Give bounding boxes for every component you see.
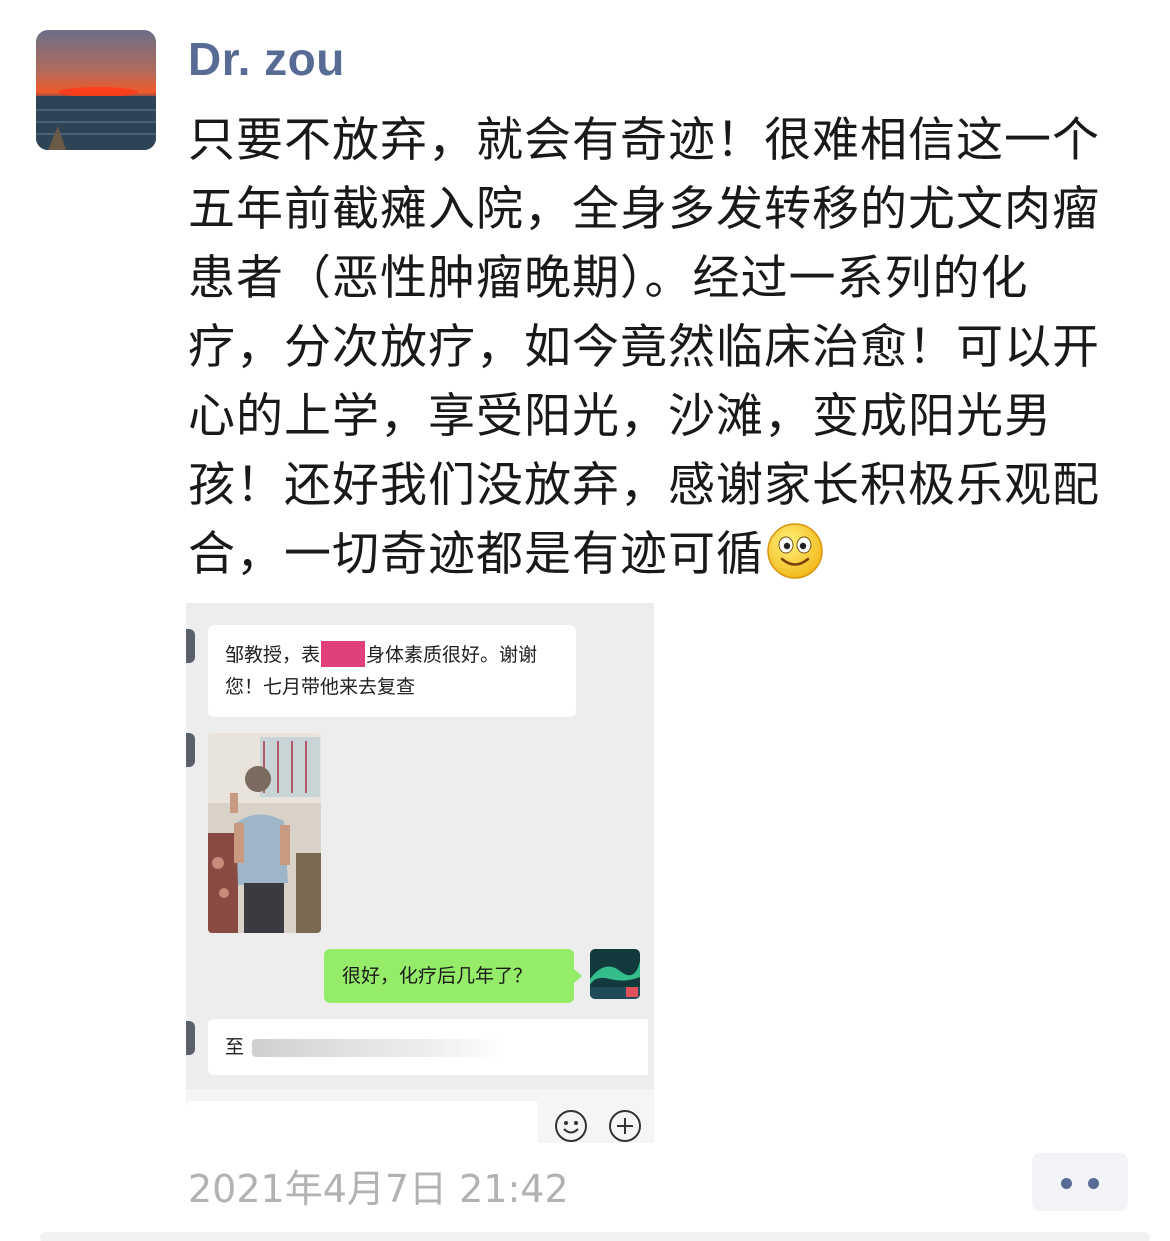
chat-photo-boy: [208, 733, 321, 933]
attached-chat-screenshot[interactable]: 邹教授，表 身体素质很好。谢谢您！七月带他来去复查 很好，化疗后几年了？ 至: [186, 603, 654, 1143]
emoji-face-icon: [554, 1109, 588, 1143]
my-avatar-aurora: [590, 949, 640, 999]
smile-emoji-icon: [766, 522, 824, 580]
moments-post: Dr. zou 只要不放弃，就会有奇迹！很难相信这一个五年前截瘫入院，全身多发转…: [0, 0, 1170, 1241]
contact-avatar-edge: [186, 1021, 195, 1055]
comment-area-edge: [40, 1232, 1150, 1241]
contact-avatar-edge: [186, 629, 195, 663]
post-timestamp: 2021年4月7日 21:42: [188, 1167, 569, 1211]
author-name[interactable]: Dr. zou: [188, 32, 345, 86]
dot: [1061, 1178, 1072, 1189]
contact-avatar-edge: [186, 733, 195, 767]
post-text: 只要不放弃，就会有奇迹！很难相信这一个五年前截瘫入院，全身多发转移的尤文肉瘤患者…: [188, 106, 1108, 589]
blur-redaction: [252, 1039, 502, 1057]
redaction-block: [321, 641, 366, 667]
post-text-content: 只要不放弃，就会有奇迹！很难相信这一个五年前截瘫入院，全身多发转移的尤文肉瘤患者…: [188, 113, 1100, 582]
dot: [1088, 1178, 1099, 1189]
chat-message-outgoing: 很好，化疗后几年了？: [324, 949, 582, 1003]
author-avatar[interactable]: [36, 30, 156, 150]
chat-message-incoming-redacted: 至: [208, 1019, 648, 1075]
more-dots-icon[interactable]: [1032, 1153, 1128, 1211]
chat-input-field: [186, 1101, 538, 1143]
chat-input-bar: [186, 1089, 654, 1143]
chat-message-incoming: 邹教授，表 身体素质很好。谢谢您！七月带他来去复查: [208, 625, 576, 717]
chat-message-text: 至: [225, 1036, 245, 1058]
chat-message-text-part1: 邹教授，表: [225, 644, 321, 666]
plus-circle-icon: [608, 1109, 642, 1143]
